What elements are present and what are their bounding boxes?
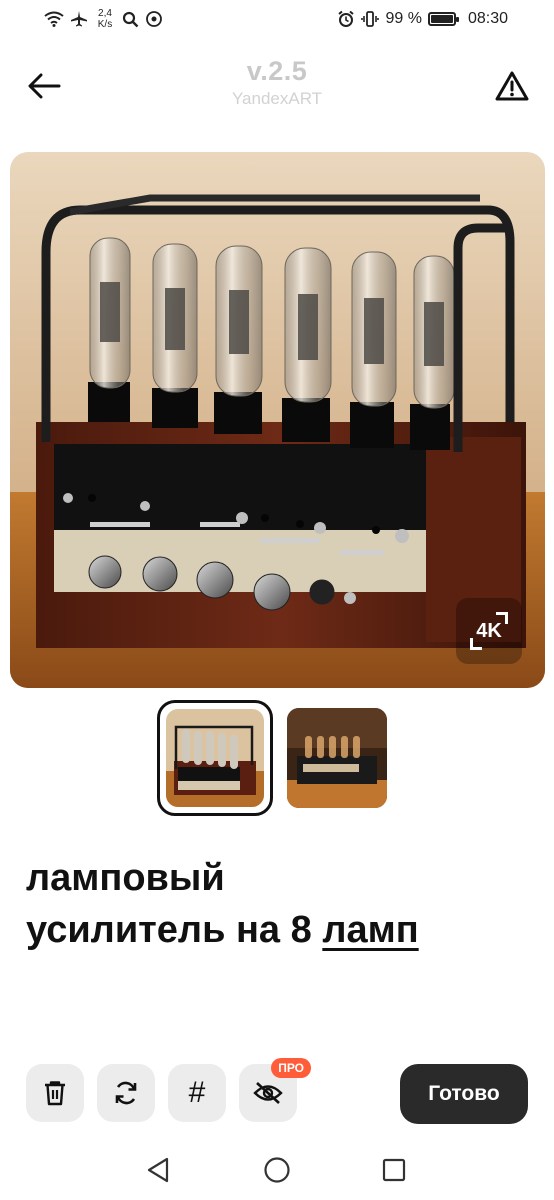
pro-badge: ПРО xyxy=(271,1058,311,1078)
thumbnail-image xyxy=(166,709,264,807)
thumbnail-1[interactable] xyxy=(157,700,273,816)
hashtag-button[interactable]: # xyxy=(168,1064,226,1122)
battery-icon xyxy=(427,12,459,26)
vibrate-icon xyxy=(361,10,380,28)
nav-recents-button[interactable] xyxy=(378,1154,410,1186)
system-nav-bar xyxy=(0,1140,554,1200)
delete-button[interactable] xyxy=(26,1064,84,1122)
wifi-icon xyxy=(44,11,64,27)
battery-fill xyxy=(430,15,453,23)
prompt-text: ламповый усилитель на 8 ламп xyxy=(26,852,526,956)
generated-image[interactable]: 4K xyxy=(10,152,545,688)
hide-button[interactable]: ПРО xyxy=(239,1058,311,1122)
action-toolbar: # ПРО xyxy=(26,1058,311,1122)
clock: 08:30 xyxy=(467,10,508,27)
status-bar: 2,4 K/s 99 % 08:30 xyxy=(0,0,554,42)
nav-home-button[interactable] xyxy=(261,1154,293,1186)
prompt-line-1: ламповый xyxy=(26,857,225,899)
refresh-icon xyxy=(115,1081,137,1105)
net-speed-value: 2,4 xyxy=(98,8,112,19)
expand-corner-icon xyxy=(470,638,482,650)
hotspot-icon xyxy=(145,10,163,28)
model-version: v.2.5 xyxy=(246,56,308,86)
net-speed-unit: K/s xyxy=(97,19,113,30)
regenerate-button[interactable] xyxy=(97,1064,155,1122)
model-name: YandexART xyxy=(231,89,323,108)
circle-home-icon xyxy=(264,1157,290,1183)
nav-back-button[interactable] xyxy=(142,1154,174,1186)
battery-percent: 99 % xyxy=(385,10,422,27)
trash-icon xyxy=(45,1081,65,1106)
square-recents-icon xyxy=(382,1158,406,1182)
eye-off-icon xyxy=(253,1082,283,1104)
airplane-icon xyxy=(70,10,88,28)
thumbnail-2[interactable] xyxy=(287,700,387,816)
status-left: 2,4 K/s xyxy=(44,8,163,30)
report-button[interactable] xyxy=(490,64,534,108)
done-button[interactable]: Готово xyxy=(400,1064,528,1124)
prompt-line-2: усилитель на 8 xyxy=(26,909,312,951)
app-header: v.2.5 YandexART xyxy=(0,48,554,124)
triangle-back-icon xyxy=(147,1157,169,1183)
thumbnail-image xyxy=(287,708,387,808)
status-right: 99 % 08:30 xyxy=(337,10,508,28)
hashtag-icon: # xyxy=(188,1076,206,1109)
alarm-icon xyxy=(337,10,355,28)
prompt-highlight-word[interactable]: ламп xyxy=(322,909,418,951)
warning-icon xyxy=(495,71,529,101)
net-speed: 2,4 K/s xyxy=(94,8,116,30)
search-icon xyxy=(122,11,139,28)
upscale-4k-button[interactable]: 4K xyxy=(456,598,522,664)
variant-thumbnails xyxy=(157,700,387,816)
expand-corner-icon xyxy=(496,612,508,624)
header-title: v.2.5 YandexART xyxy=(0,56,554,109)
